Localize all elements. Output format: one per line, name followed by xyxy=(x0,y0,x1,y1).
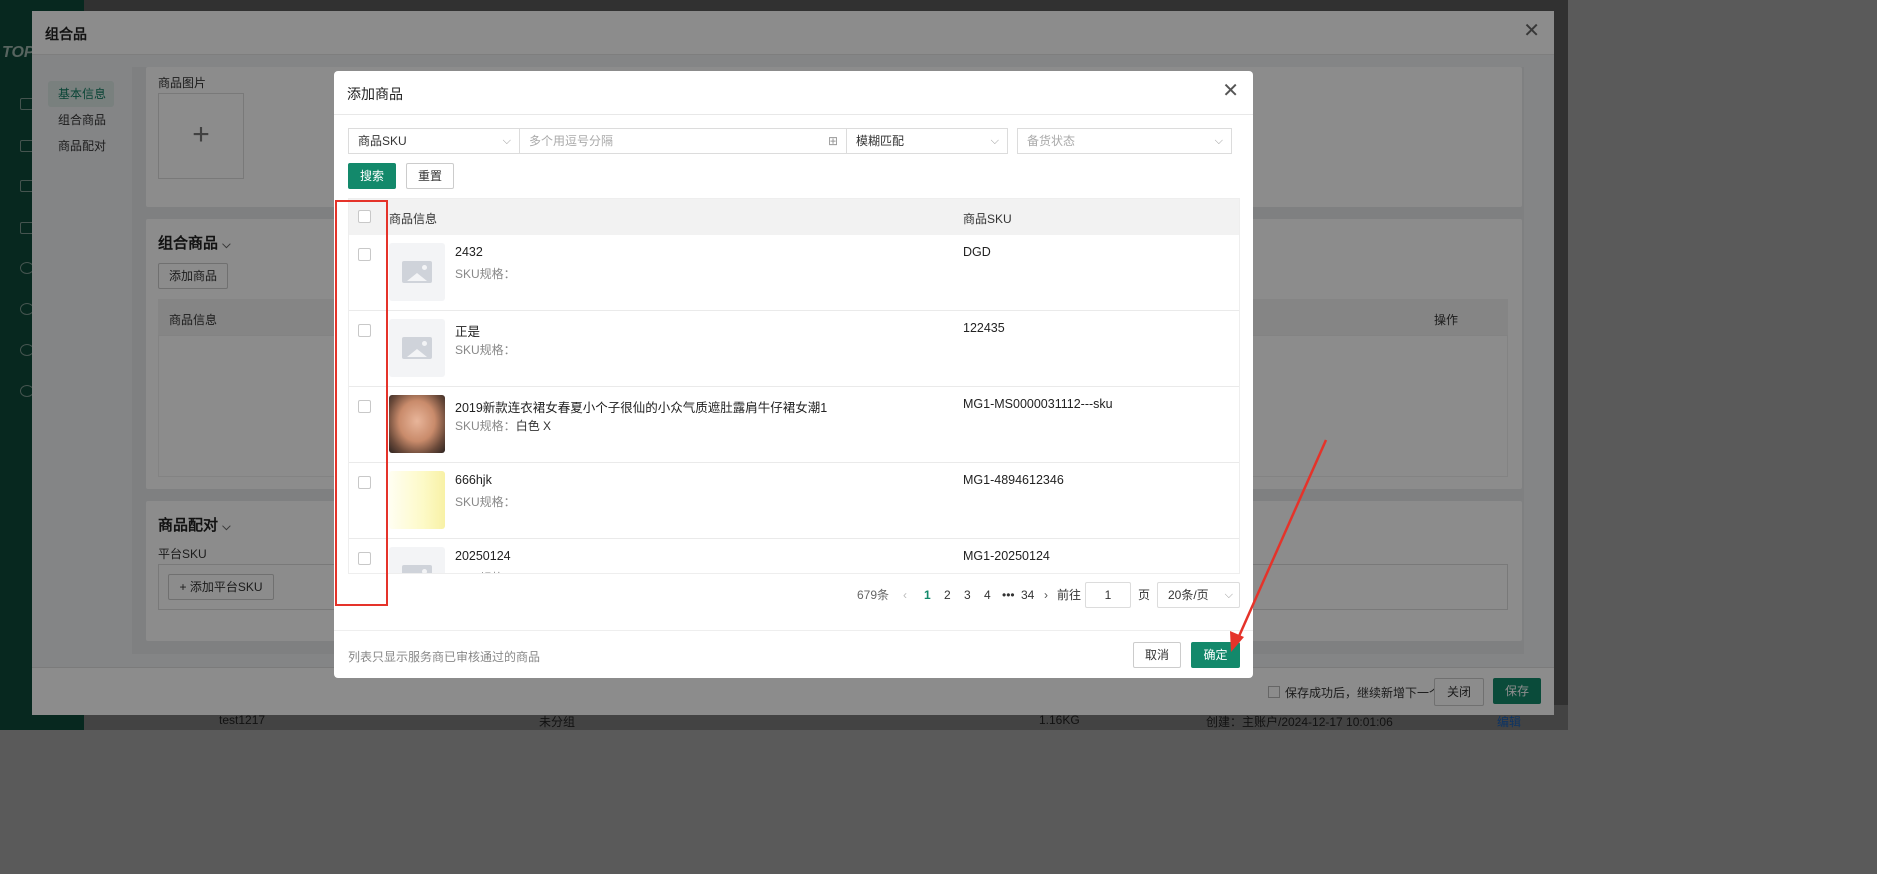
product-sku: MG1-20250124 xyxy=(963,549,1050,563)
product-spec: SKU规格： xyxy=(455,267,516,281)
product-sku: MG1-4894612346 xyxy=(963,473,1064,487)
confirm-button[interactable]: 确定 xyxy=(1191,642,1240,668)
modal-header: 添加商品 ✕ xyxy=(334,71,1253,115)
page-size-select[interactable]: 20条/页 ⌵ xyxy=(1157,582,1240,608)
match-select[interactable]: 模糊匹配 ⌵ xyxy=(846,128,1008,154)
goto-page-input[interactable]: 1 xyxy=(1085,582,1131,608)
modal-footer-divider xyxy=(334,630,1253,631)
product-photo xyxy=(389,471,445,529)
add-product-modal: 添加商品 ✕ 商品SKU ⌵ 多个用逗号分隔 ⊞ 模糊匹配 ⌵ 备货状态 ⌵ 搜… xyxy=(334,71,1253,678)
close-icon[interactable]: ✕ xyxy=(1222,80,1239,102)
chevron-down-icon: ⌵ xyxy=(1214,135,1223,147)
table-row[interactable]: 20250124 SKU规格： MG1-20250124 xyxy=(349,539,1239,573)
table-row[interactable]: 2432 SKU规格： DGD xyxy=(349,235,1239,311)
placeholder-image-icon xyxy=(402,565,432,573)
product-name: 666hjk xyxy=(455,473,492,487)
product-spec: SKU规格： xyxy=(455,343,516,357)
status-select[interactable]: 备货状态 ⌵ xyxy=(1017,128,1232,154)
page-3[interactable]: 3 xyxy=(964,582,971,608)
chevron-down-icon: ⌵ xyxy=(1224,589,1233,601)
product-name: 20250124 xyxy=(455,549,511,563)
field-select[interactable]: 商品SKU ⌵ xyxy=(348,128,520,154)
chevron-down-icon: ⌵ xyxy=(990,135,999,147)
match-select-value: 模糊匹配 xyxy=(856,134,905,148)
annotation-checkbox-column-highlight xyxy=(335,200,388,606)
page-1[interactable]: 1 xyxy=(924,582,931,608)
goto-label: 前往 xyxy=(1057,588,1082,602)
cancel-button[interactable]: 取消 xyxy=(1133,642,1181,668)
next-page-icon[interactable]: › xyxy=(1044,582,1048,608)
product-name: 2432 xyxy=(455,245,483,259)
placeholder-image-icon xyxy=(402,337,432,359)
more-pages[interactable]: ••• xyxy=(1002,582,1015,608)
page-size-value: 20条/页 xyxy=(1168,588,1209,602)
product-name: 2019新款连衣裙女春夏小个子很仙的小众气质遮肚露肩牛仔裙女潮1 xyxy=(455,401,828,415)
table-row[interactable]: 666hjk SKU规格： MG1-4894612346 xyxy=(349,463,1239,539)
search-input[interactable]: 多个用逗号分隔 ⊞ xyxy=(519,128,847,154)
table-row[interactable]: 正是 SKU规格： 122435 xyxy=(349,311,1239,387)
search-placeholder: 多个用逗号分隔 xyxy=(529,134,614,148)
product-spec: SKU规格： xyxy=(455,495,516,509)
product-sku: MG1-MS0000031112---sku xyxy=(963,397,1113,411)
page-4[interactable]: 4 xyxy=(984,582,991,608)
table-row[interactable]: 2019新款连衣裙女春夏小个子很仙的小众气质遮肚露肩牛仔裙女潮1 SKU规格：白… xyxy=(349,387,1239,463)
product-name: 正是 xyxy=(455,325,481,339)
placeholder-image-icon xyxy=(402,261,432,283)
total-count: 679条 xyxy=(857,588,890,602)
col-product-info: 商品信息 xyxy=(389,212,438,226)
product-spec: SKU规格：白色 X xyxy=(455,419,552,433)
col-product-sku: 商品SKU xyxy=(963,212,1012,226)
page-34[interactable]: 34 xyxy=(1021,582,1034,608)
field-select-value: 商品SKU xyxy=(358,134,407,148)
product-table-header: 商品信息 商品SKU xyxy=(349,199,1239,235)
prev-page-icon[interactable]: ‹ xyxy=(903,582,907,608)
product-spec: SKU规格： xyxy=(455,569,516,573)
reset-button[interactable]: 重置 xyxy=(406,163,454,189)
multi-input-icon[interactable]: ⊞ xyxy=(828,129,838,153)
chevron-down-icon: ⌵ xyxy=(502,135,511,147)
product-sku: DGD xyxy=(963,245,991,259)
product-table: 商品信息 商品SKU 2432 SKU规格： DGD 正是 SKU规格： 122… xyxy=(348,198,1240,574)
modal-title: 添加商品 xyxy=(347,86,403,102)
product-thumbnail xyxy=(389,319,445,377)
product-sku: 122435 xyxy=(963,321,1005,335)
status-placeholder: 备货状态 xyxy=(1027,134,1076,148)
product-thumbnail xyxy=(389,243,445,301)
page-suffix: 页 xyxy=(1138,588,1151,602)
search-button[interactable]: 搜索 xyxy=(348,163,396,189)
footer-note: 列表只显示服务商已审核通过的商品 xyxy=(348,650,541,664)
page-2[interactable]: 2 xyxy=(944,582,951,608)
product-photo xyxy=(389,395,445,453)
product-thumbnail xyxy=(389,547,445,573)
